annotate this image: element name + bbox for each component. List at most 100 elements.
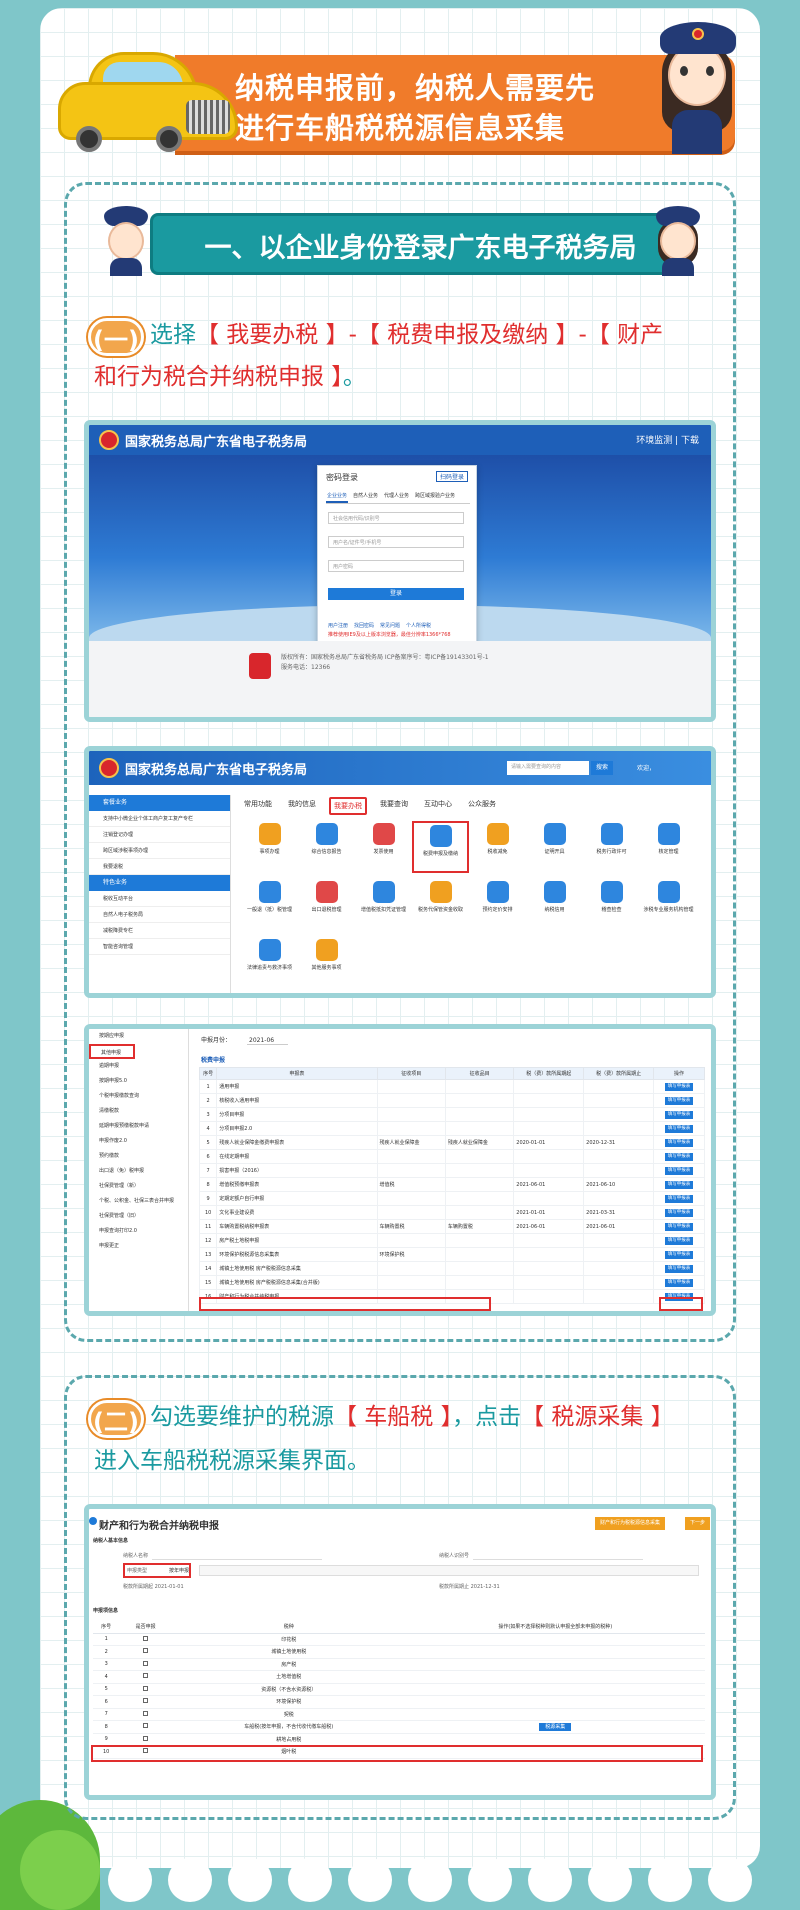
next-step-button[interactable]: 下一步 xyxy=(685,1517,711,1530)
fill-form-button[interactable]: 填写申报表 xyxy=(664,1110,694,1119)
fill-form-button[interactable]: 填写申报表 xyxy=(664,1124,694,1133)
iit-link[interactable]: 个人所得税 xyxy=(406,622,431,629)
service-tile[interactable]: 核定管理 xyxy=(640,821,697,873)
fill-form-button[interactable]: 填写申报表 xyxy=(664,1194,694,1203)
portal-search-input[interactable]: 请输入需要查询的内容 xyxy=(507,761,589,775)
tab-tax-handling[interactable]: 我要办税 xyxy=(329,797,367,815)
service-tile[interactable]: 出口退税管理 xyxy=(298,879,355,931)
declaration-sidebar-item[interactable]: 申报更正 xyxy=(89,1239,188,1254)
service-tile[interactable]: 税务代保管资金收取 xyxy=(412,879,469,931)
username-input[interactable]: 用户名/证件号/手机号 xyxy=(328,536,464,548)
fill-form-button[interactable]: 填写申报表 xyxy=(664,1222,694,1231)
tab-common[interactable]: 常用功能 xyxy=(241,797,275,815)
service-tile[interactable]: 发票使用 xyxy=(355,821,412,873)
declaration-sidebar-item[interactable]: 其他申报 xyxy=(89,1044,135,1059)
period-end-value[interactable]: 2021-12-31 xyxy=(471,1584,500,1590)
declare-checkbox[interactable] xyxy=(143,1710,149,1716)
service-tile[interactable]: 预约定价安排 xyxy=(469,879,526,931)
tab-cross-region[interactable]: 跨区域报验户业务 xyxy=(414,490,456,503)
tab-query[interactable]: 我要查询 xyxy=(377,797,411,815)
declare-type-select[interactable] xyxy=(199,1565,699,1576)
declare-checkbox[interactable] xyxy=(143,1648,149,1654)
login-button[interactable]: 登录 xyxy=(328,588,464,600)
tax-id-input[interactable]: 社会信用代码/识别号 xyxy=(328,512,464,524)
fill-form-button[interactable]: 填写申报表 xyxy=(664,1180,694,1189)
forgot-password-link[interactable]: 找回密码 xyxy=(354,622,374,629)
month-input[interactable]: 2021-06 xyxy=(247,1037,289,1045)
source-collect-button[interactable]: 税源采集 xyxy=(539,1722,572,1731)
period-start-value[interactable]: 2021-01-01 xyxy=(155,1584,184,1590)
tab-enterprise[interactable]: 企业业务 xyxy=(326,490,349,503)
sidebar-head-featured[interactable]: 特色业务 xyxy=(89,875,230,891)
declaration-sidebar-item[interactable]: 申报查询打印2.0 xyxy=(89,1224,188,1239)
service-tile[interactable]: 一般退（抵）税管理 xyxy=(241,879,298,931)
fill-form-button[interactable]: 填写申报表 xyxy=(664,1152,694,1161)
tab-individual[interactable]: 自然人业务 xyxy=(352,490,379,503)
fill-form-button[interactable]: 填写申报表 xyxy=(664,1096,694,1105)
declaration-sidebar-item[interactable]: 按期申报5.0 xyxy=(89,1074,188,1089)
service-tile[interactable]: 法律追责与救济事项 xyxy=(241,937,298,989)
declaration-sidebar-item[interactable]: 预约缴款 xyxy=(89,1149,188,1164)
sidebar-head-packages[interactable]: 套餐业务 xyxy=(89,795,230,811)
service-tile[interactable]: 其他服务事项 xyxy=(298,937,355,989)
sidebar-item[interactable]: 注销登记办理 xyxy=(89,827,230,843)
sidebar-item[interactable]: 支持中小微企业个体工商户复工复产专栏 xyxy=(89,811,230,827)
qr-login-button[interactable]: 扫码登录 xyxy=(435,471,468,482)
service-tile[interactable]: 稽查检查 xyxy=(583,879,640,931)
tab-my-info[interactable]: 我的信息 xyxy=(285,797,319,815)
service-tile[interactable]: 税收减免 xyxy=(469,821,526,873)
declaration-sidebar-item[interactable]: 清缴税款 xyxy=(89,1104,188,1119)
declare-checkbox[interactable] xyxy=(143,1723,149,1729)
service-tile[interactable]: 证明开具 xyxy=(526,821,583,873)
declaration-sidebar-item[interactable]: 社保费管理（新） xyxy=(89,1179,188,1194)
service-tile[interactable]: 纳税信用 xyxy=(526,879,583,931)
declaration-sidebar-item[interactable]: 社保费管理（旧） xyxy=(89,1209,188,1224)
password-input[interactable]: 用户密码 xyxy=(328,560,464,572)
fill-form-button[interactable]: 填写申报表 xyxy=(664,1082,694,1091)
declare-checkbox[interactable] xyxy=(143,1698,149,1704)
declare-checkbox[interactable] xyxy=(143,1660,149,1666)
fill-form-button[interactable]: 填写申报表 xyxy=(664,1138,694,1147)
faq-link[interactable]: 常见问题 xyxy=(380,622,400,629)
declaration-sidebar-item[interactable]: 个税申报缴款查询 xyxy=(89,1089,188,1104)
declare-checkbox[interactable] xyxy=(143,1635,149,1641)
service-tile[interactable]: 增值税抵扣凭证管理 xyxy=(355,879,412,931)
table-row: 4 土地增值税 xyxy=(93,1670,705,1684)
row-number: 4 xyxy=(93,1670,120,1684)
sidebar-item[interactable]: 我要退税 xyxy=(89,859,230,875)
service-tile[interactable]: 事项办理 xyxy=(241,821,298,873)
declaration-sidebar-item[interactable]: 申报作废2.0 xyxy=(89,1134,188,1149)
declaration-sidebar-item[interactable]: 延期申报预缴税款申请 xyxy=(89,1119,188,1134)
tab-agent[interactable]: 代理人业务 xyxy=(383,490,410,503)
declaration-sidebar-item[interactable]: 出口退（免）税申报 xyxy=(89,1164,188,1179)
declare-checkbox[interactable] xyxy=(143,1735,149,1741)
sidebar-item[interactable]: 智能咨询管理 xyxy=(89,939,230,955)
fill-form-button[interactable]: 填写申报表 xyxy=(664,1208,694,1217)
tax-type-name: 土地增值税 xyxy=(171,1670,406,1684)
fill-form-button[interactable]: 填写申报表 xyxy=(664,1278,694,1287)
source-collect-top-button[interactable]: 财产和行为税税源信息采集 xyxy=(595,1517,666,1530)
sidebar-item[interactable]: 税收互动平台 xyxy=(89,891,230,907)
fill-form-button[interactable]: 填写申报表 xyxy=(664,1166,694,1175)
declare-checkbox[interactable] xyxy=(143,1673,149,1679)
register-link[interactable]: 用户注册 xyxy=(328,622,348,629)
declaration-sidebar-item[interactable]: 按期应申报 xyxy=(89,1029,188,1044)
service-tile[interactable]: 税务行政许可 xyxy=(583,821,640,873)
tab-public[interactable]: 公众服务 xyxy=(465,797,499,815)
declare-checkbox[interactable] xyxy=(143,1685,149,1691)
service-tile[interactable]: 涉税专业服务机构管理 xyxy=(640,879,697,931)
portal-search-button[interactable]: 搜索 xyxy=(591,761,613,775)
service-tile[interactable]: 综合信息报告 xyxy=(298,821,355,873)
header-links[interactable]: 环境监测 | 下载 xyxy=(636,433,699,446)
sidebar-item[interactable]: 减税降费专栏 xyxy=(89,923,230,939)
fill-form-button[interactable]: 填写申报表 xyxy=(664,1236,694,1245)
declaration-sidebar-item[interactable]: 个税、公积金、社保三表合并申报 xyxy=(89,1194,188,1209)
table-cell xyxy=(444,1121,515,1136)
fill-form-button[interactable]: 填写申报表 xyxy=(664,1264,694,1273)
sidebar-item[interactable]: 自然人电子税务局 xyxy=(89,907,230,923)
declaration-sidebar-item[interactable]: 逾期申报 xyxy=(89,1059,188,1074)
sidebar-item[interactable]: 跨区域涉税事项办理 xyxy=(89,843,230,859)
fill-form-button[interactable]: 填写申报表 xyxy=(664,1250,694,1259)
tab-interaction[interactable]: 互动中心 xyxy=(421,797,455,815)
service-tile[interactable]: 税费申报及缴纳 xyxy=(412,821,469,873)
